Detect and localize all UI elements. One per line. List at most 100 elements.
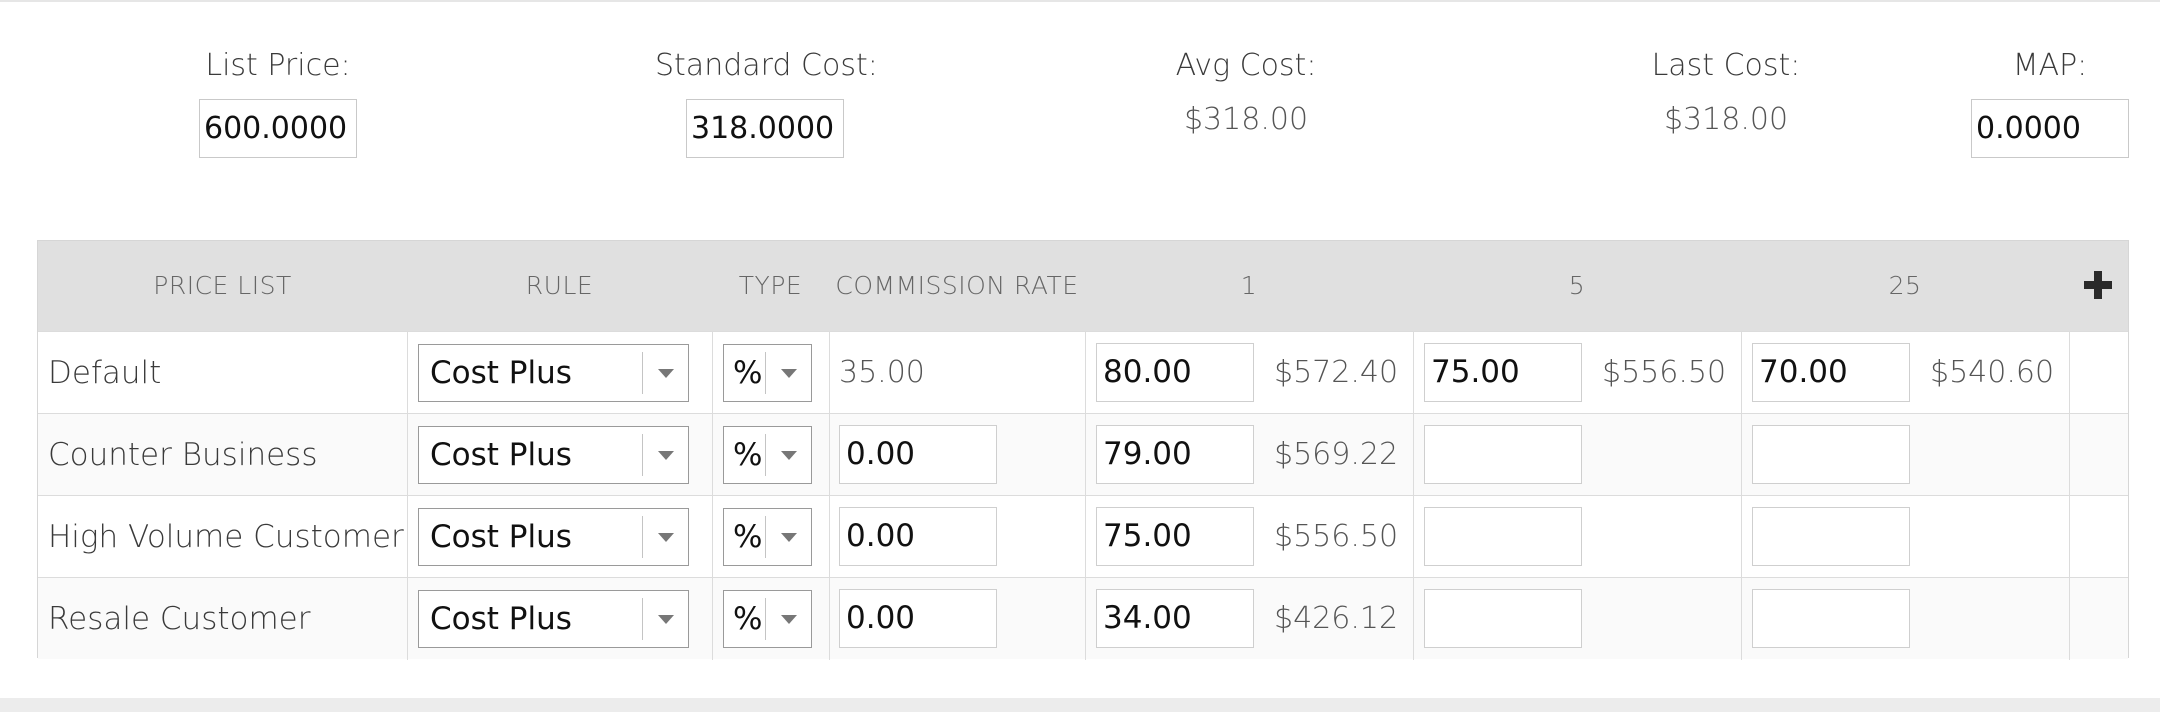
column-divider [2069,414,2070,496]
qty-25-markup-input[interactable]: 70.00 [1752,343,1910,402]
type-select[interactable]: % [723,344,812,402]
rule-select[interactable]: Cost Plus [418,590,689,648]
column-divider [1741,414,1742,496]
qty-25-markup-input[interactable] [1752,507,1910,566]
column-divider [407,332,408,414]
qty-1-markup-input[interactable]: 75.00 [1096,507,1254,566]
rule-select-value: Cost Plus [430,601,572,637]
column-divider [1085,496,1086,578]
column-divider [407,414,408,496]
rule-select[interactable]: Cost Plus [418,426,689,484]
last-cost-label: Last Cost: [1651,48,1801,83]
column-divider [1085,578,1086,660]
qty-1-price: $572.40 [1274,355,1399,390]
table-row: Counter Business Cost Plus% 0.00 79.00 $569.… [38,413,2128,496]
column-divider [712,414,713,496]
column-divider [829,332,830,414]
chevron-down-icon [658,451,674,460]
qty-1-markup-input[interactable]: 79.00 [1096,425,1254,484]
column-divider [712,496,713,578]
qty-5-price: $556.50 [1602,355,1727,390]
select-divider [765,434,766,476]
avg-cost-value: $318.00 [1183,102,1309,137]
header-qty-25: 25 [1888,271,1922,300]
chevron-down-icon [781,451,797,460]
qty-1-markup-input[interactable]: 80.00 [1096,343,1254,402]
price-list-name: Counter Business [48,437,318,473]
chevron-down-icon [781,533,797,542]
chevron-down-icon [658,615,674,624]
last-cost-field: Last Cost: $318.00 [1646,44,1806,140]
commission-rate-input[interactable]: 0.00 [839,507,997,566]
select-divider [642,598,643,640]
column-divider [1741,332,1742,414]
chevron-down-icon [781,369,797,378]
bottom-band [0,698,2160,712]
price-list-name: High Volume Customer [48,519,404,555]
table-row: Default Cost Plus% 35.00 80.00 $572.40 75.00 $… [38,331,2128,414]
plus-icon[interactable] [2084,271,2112,299]
standard-cost-label: Standard Cost: [655,48,878,83]
qty-5-markup-input[interactable] [1424,507,1582,566]
column-divider [407,578,408,660]
column-divider [829,578,830,660]
header-qty-5: 5 [1568,271,1586,300]
header-commission-rate: COMMISSION RATE [835,271,1079,300]
column-divider [2069,578,2070,660]
map-field: MAP: [1970,44,2130,158]
list-price-input[interactable] [199,99,357,158]
select-divider [642,516,643,558]
chevron-down-icon [658,533,674,542]
rule-select[interactable]: Cost Plus [418,508,689,566]
commission-rate-input[interactable]: 0.00 [839,589,997,648]
column-divider [1741,578,1742,660]
column-divider [1413,332,1414,414]
qty-25-markup-input[interactable] [1752,425,1910,484]
table-row: High Volume Customer Cost Plus% 0.00 75.00 $… [38,495,2128,578]
rule-select[interactable]: Cost Plus [418,344,689,402]
select-divider [765,598,766,640]
type-select-value: % [733,519,763,555]
qty-5-markup-input[interactable]: 75.00 [1424,343,1582,402]
column-divider [1741,496,1742,578]
column-divider [2069,332,2070,414]
select-divider [642,434,643,476]
qty-25-price: $540.60 [1930,355,2055,390]
map-input[interactable] [1971,99,2129,158]
chevron-down-icon [658,369,674,378]
column-divider [1413,414,1414,496]
column-divider [407,496,408,578]
qty-5-markup-input[interactable] [1424,425,1582,484]
qty-1-markup-input[interactable]: 34.00 [1096,589,1254,648]
header-qty-1: 1 [1240,271,1258,300]
type-select[interactable]: % [723,426,812,484]
qty-25-markup-input[interactable] [1752,589,1910,648]
type-select-value: % [733,601,763,637]
qty-1-price: $569.22 [1274,437,1399,472]
list-price-label: List Price: [205,48,351,83]
type-select-value: % [733,437,763,473]
column-divider [1085,332,1086,414]
top-divider [0,0,2160,2]
list-price-field: List Price: [198,44,358,158]
grid-header: PRICE LIST RULE TYPE COMMISSION RATE 1 5… [38,241,2128,331]
table-row: Resale Customer Cost Plus% 0.00 34.00 $426.1… [38,577,2128,660]
type-select[interactable]: % [723,508,812,566]
price-list-name: Default [48,355,162,391]
qty-5-markup-input[interactable] [1424,589,1582,648]
chevron-down-icon [781,615,797,624]
column-divider [712,578,713,660]
qty-1-price: $426.12 [1274,601,1399,636]
type-select[interactable]: % [723,590,812,648]
last-cost-value: $318.00 [1663,102,1789,137]
avg-cost-label: Avg Cost: [1175,48,1317,83]
commission-rate-value: 35.00 [839,355,925,390]
header-type: TYPE [738,271,803,300]
standard-cost-input[interactable] [686,99,844,158]
rule-select-value: Cost Plus [430,519,572,555]
column-divider [1413,578,1414,660]
commission-rate-input[interactable]: 0.00 [839,425,997,484]
column-divider [829,414,830,496]
standard-cost-field: Standard Cost: [655,44,878,158]
rule-select-value: Cost Plus [430,437,572,473]
